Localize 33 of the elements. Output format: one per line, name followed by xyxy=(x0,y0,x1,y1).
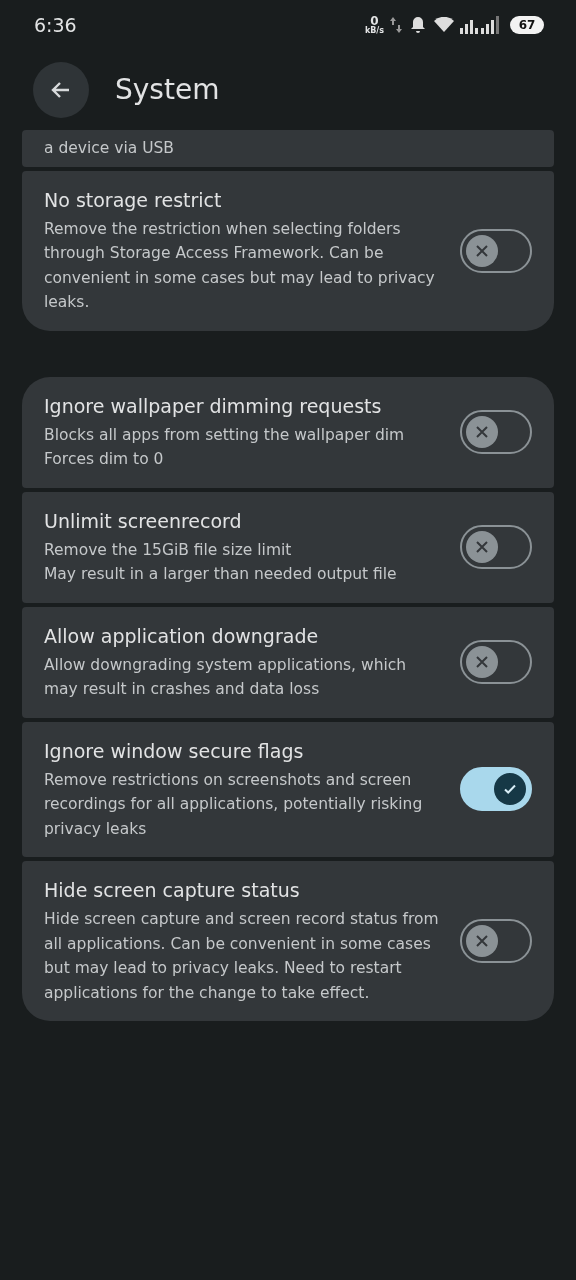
setting-title: Allow application downgrade xyxy=(44,623,320,649)
close-icon xyxy=(475,934,489,948)
close-icon xyxy=(475,655,489,669)
signal-icon xyxy=(460,16,500,34)
setting-title: No storage restrict xyxy=(44,187,223,213)
setting-description: Allow downgrading system applications, which may result in crashes and data loss xyxy=(44,654,408,700)
setting-description: a device via USB xyxy=(44,138,175,159)
toggle-switch[interactable] xyxy=(460,228,532,273)
back-button[interactable] xyxy=(33,62,89,118)
setting-title: Ignore wallpaper dimming requests xyxy=(44,393,383,419)
wifi-icon xyxy=(434,17,454,33)
data-arrows-icon xyxy=(390,16,402,34)
page-title: System xyxy=(115,72,220,108)
close-icon xyxy=(475,243,489,258)
status-time: 6:36 xyxy=(34,12,77,38)
setting-description: Remove the restriction when selecting folders through Storage Access Framework. Can be convenient in some cases but may lead to privacy leaks. xyxy=(44,218,436,313)
toggle-switch[interactable] xyxy=(460,525,532,569)
toggle-switch[interactable] xyxy=(460,767,532,812)
network-speed: 0 xyxy=(370,15,379,27)
setting-title: Unlimit screenrecord xyxy=(44,508,243,534)
setting-description: Remove the 15GiB file size limit May result in a larger than needed output file xyxy=(44,539,398,585)
toggle-switch[interactable] xyxy=(460,640,532,684)
toggle-switch[interactable] xyxy=(460,410,532,454)
setting-description: Blocks all apps from setting the wallpaper dim Forces dim to 0 xyxy=(44,424,406,470)
setting-title: Hide screen capture status xyxy=(44,878,301,903)
toggle-switch[interactable] xyxy=(460,919,532,963)
battery-indicator: 67 xyxy=(510,16,544,34)
close-icon xyxy=(475,425,489,439)
setting-title: Ignore window secure flags xyxy=(44,738,305,764)
network-unit: kB/s xyxy=(364,27,384,35)
setting-description: Hide screen capture and screen record status from all applications. Can be convenient in some cases but may lead to privacy leaks. Need to restart applications for the change to take effect. xyxy=(44,909,440,1004)
setting-description: Remove restrictions on screenshots and screen recordings for all applications, potentially risking privacy leaks xyxy=(44,769,424,840)
close-icon xyxy=(475,540,489,554)
